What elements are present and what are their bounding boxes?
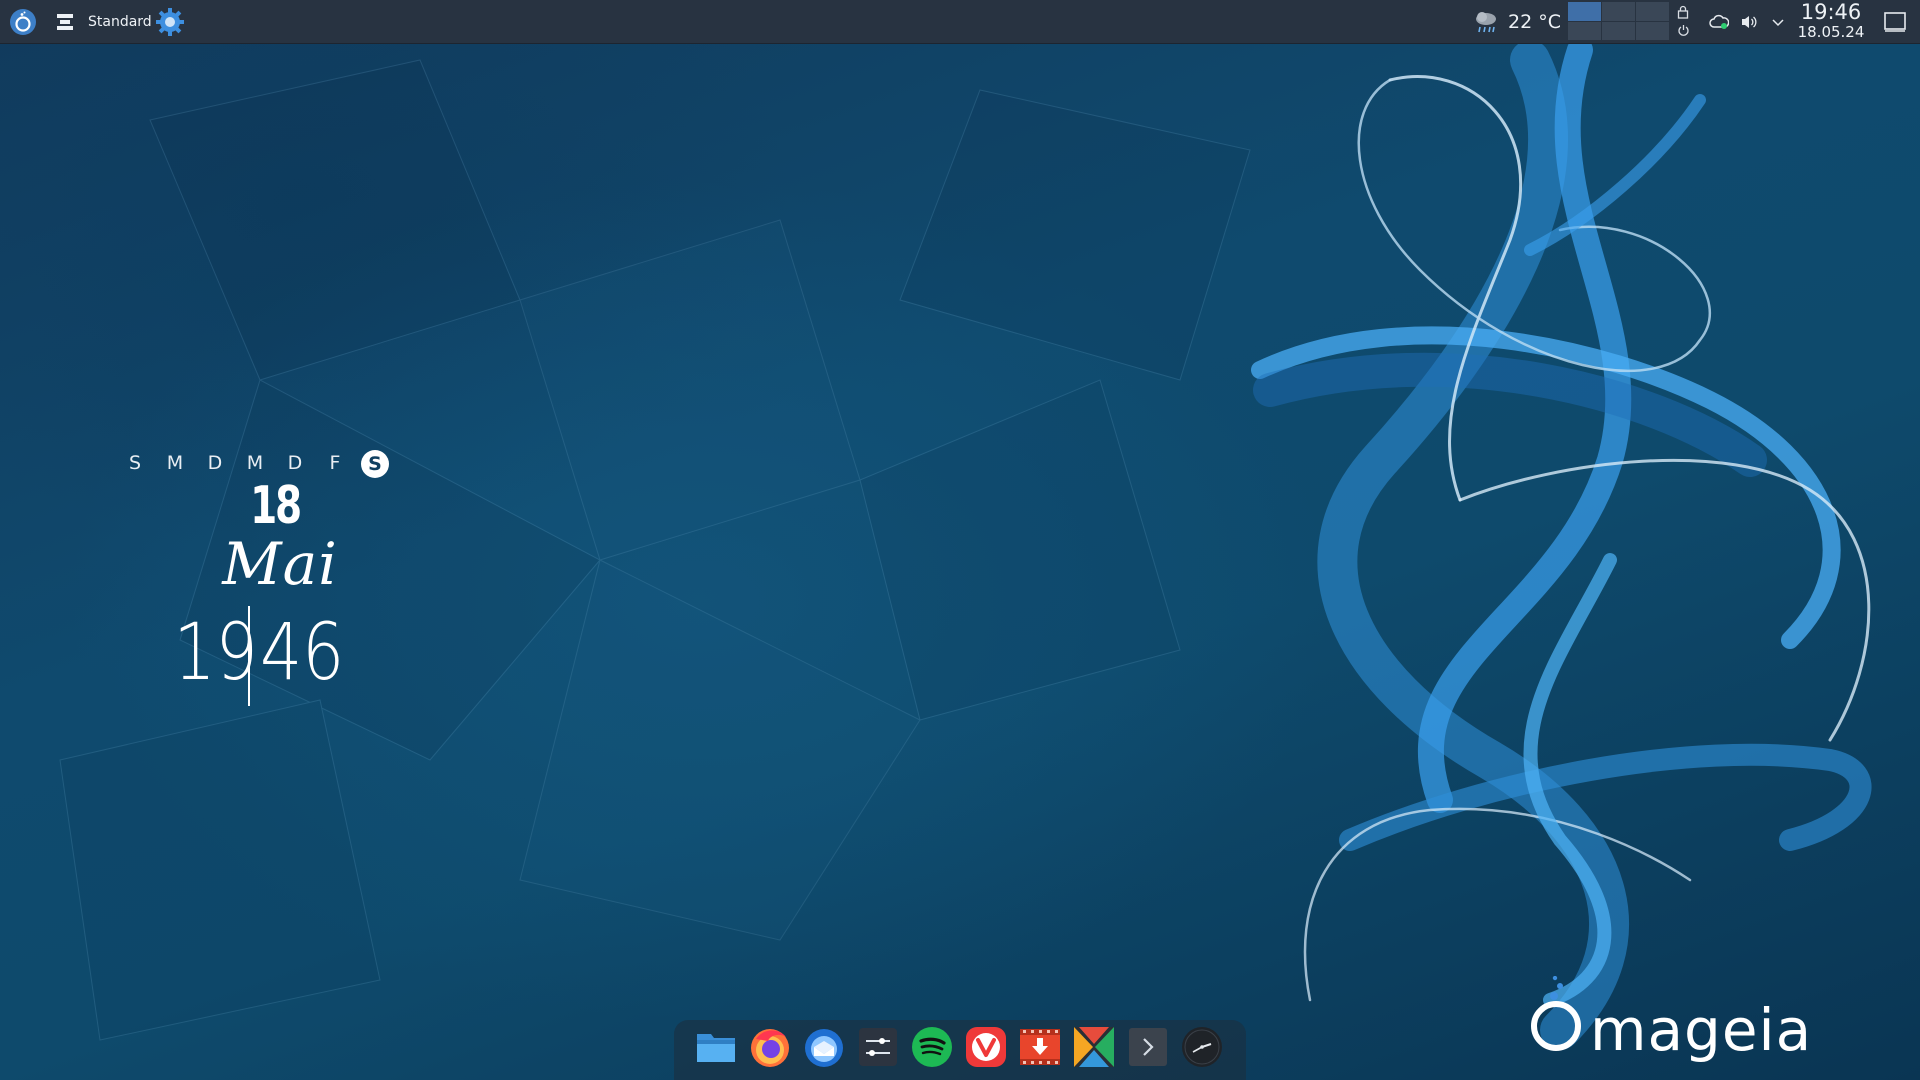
mageia-launcher-icon — [10, 9, 36, 35]
desktop-background[interactable]: Standard 22 °C 19:46 18.05.24 S M D M D … — [0, 0, 1920, 1080]
power-icon — [1677, 24, 1689, 36]
date-time-widget[interactable]: S M D M D F S 18 Mai 19 46 — [120, 448, 400, 718]
month-name: Mai — [222, 530, 338, 598]
desktop-6[interactable] — [1636, 21, 1669, 40]
desktop-5[interactable] — [1602, 21, 1635, 40]
vivaldi-icon — [966, 1027, 1006, 1067]
clock-app-icon — [1182, 1027, 1222, 1067]
dock-item-terminal[interactable] — [1125, 1024, 1171, 1070]
dock-item-system-settings[interactable] — [855, 1024, 901, 1070]
application-launcher[interactable] — [6, 0, 40, 44]
chevron-down-icon — [1772, 19, 1784, 27]
mageia-wordmark: mageia — [1590, 996, 1813, 1064]
system-settings-button[interactable] — [154, 0, 186, 44]
dock-item-thunderbird[interactable] — [801, 1024, 847, 1070]
dock-item-clock[interactable] — [1179, 1024, 1225, 1070]
volume-tray[interactable] — [1737, 0, 1761, 44]
dock-item-vivaldi[interactable] — [963, 1024, 1009, 1070]
terminal-icon — [1129, 1028, 1167, 1066]
weekday-label: F — [329, 452, 341, 474]
settings-gear-icon — [156, 8, 184, 36]
clock-time: 19:46 — [1800, 0, 1862, 24]
dock-item-files[interactable] — [693, 1024, 739, 1070]
time-minutes: 46 — [260, 608, 345, 698]
thunderbird-icon — [805, 1029, 843, 1067]
dock-item-kdenlive[interactable] — [1071, 1024, 1117, 1070]
dock-item-firefox[interactable] — [747, 1024, 793, 1070]
system-tray-expand[interactable] — [1766, 0, 1790, 44]
desktop-2[interactable] — [1602, 2, 1635, 21]
time-hours: 19 — [173, 608, 258, 698]
system-settings-icon — [859, 1028, 897, 1066]
day-number: 18 — [250, 476, 302, 536]
weather-widget[interactable] — [1470, 0, 1502, 44]
temperature-label[interactable]: 22 °C — [1508, 0, 1561, 44]
rain-cloud-icon — [1476, 12, 1496, 33]
weekday-label: S — [128, 452, 142, 474]
show-desktop-icon — [1884, 12, 1906, 32]
lock-screen-button[interactable] — [1674, 3, 1692, 21]
time-divider — [248, 606, 250, 706]
weekday-label: D — [287, 452, 303, 474]
activity-label[interactable]: Standard — [88, 0, 152, 44]
dock-item-spotify[interactable] — [909, 1024, 955, 1070]
firefox-icon — [751, 1029, 789, 1067]
digital-clock[interactable]: 19:46 18.05.24 — [1790, 1, 1872, 43]
top-panel: Standard 22 °C 19:46 18.05.24 — [0, 0, 1920, 44]
volume-icon — [1742, 16, 1757, 28]
cloud-sync-icon — [1709, 14, 1729, 29]
power-button[interactable] — [1674, 21, 1692, 39]
lock-icon — [1677, 5, 1689, 19]
desktop-4[interactable] — [1568, 21, 1601, 40]
desktop-1[interactable] — [1568, 2, 1601, 21]
activities-icon — [57, 14, 73, 30]
desktop-3[interactable] — [1636, 2, 1669, 21]
clock-date: 18.05.24 — [1797, 23, 1865, 41]
wallpaper-swirls — [1251, 40, 1872, 1050]
weekday-label: M — [166, 452, 184, 474]
virtual-desktop-pager[interactable] — [1568, 2, 1669, 40]
spotify-icon — [912, 1027, 952, 1067]
dock-item-video-downloader[interactable] — [1017, 1024, 1063, 1070]
weekday-label: M — [246, 452, 264, 474]
activity-switcher-button[interactable] — [52, 0, 78, 44]
kdenlive-icon — [1074, 1027, 1114, 1067]
files-icon — [697, 1034, 735, 1062]
cloud-sync-tray[interactable] — [1707, 0, 1731, 44]
weekday-label-today: S — [361, 450, 389, 478]
video-downloader-icon — [1020, 1029, 1060, 1065]
show-desktop-button[interactable] — [1878, 0, 1912, 44]
weekday-label: D — [207, 452, 223, 474]
